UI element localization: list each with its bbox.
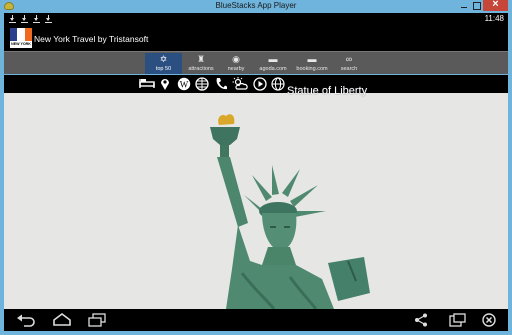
tab-search[interactable]: ∞ search	[335, 53, 363, 74]
home-icon[interactable]	[52, 313, 72, 327]
tab-label: attractions	[188, 66, 214, 72]
maximize-icon[interactable]	[470, 0, 483, 11]
close-icon[interactable]	[483, 0, 508, 11]
tab-agoda[interactable]: ▬ agoda.com	[256, 53, 290, 74]
logo-text: NEW YORK	[11, 42, 31, 46]
nyc-flag-logo[interactable]: NEW YORK	[10, 28, 32, 48]
back-icon[interactable]	[16, 313, 36, 327]
tab-label: booking.com	[296, 66, 328, 72]
wikipedia-icon[interactable]: W	[176, 77, 192, 91]
bed-icon: ▬	[268, 54, 278, 64]
tab-top-50[interactable]: ✡ top 50	[145, 53, 182, 74]
tab-booking[interactable]: ▬ booking.com	[293, 53, 331, 74]
download-icon	[9, 15, 16, 23]
download-icon	[45, 15, 52, 23]
window-bottom-frame	[0, 331, 512, 335]
statue-of-liberty-image	[4, 93, 508, 309]
phone-icon[interactable]	[214, 77, 228, 91]
download-icon	[21, 15, 28, 23]
status-clock: 11:48	[484, 14, 504, 23]
nearby-signal-icon: ◉	[232, 54, 240, 64]
web-icon[interactable]	[270, 77, 286, 91]
tab-label: search	[340, 66, 358, 72]
svg-text:W: W	[180, 80, 189, 90]
share-icon[interactable]	[414, 313, 430, 327]
tab-attractions[interactable]: ♜ attractions	[183, 53, 219, 74]
window-title-bar: BlueStacks App Player	[0, 0, 512, 13]
recent-apps-icon[interactable]	[88, 313, 106, 327]
exit-icon[interactable]	[482, 313, 498, 327]
app-header: NEW YORK New York Travel by Tristansoft	[4, 26, 508, 51]
place-title: Statue of Liberty	[287, 85, 368, 97]
window-title: BlueStacks App Player	[215, 1, 297, 10]
tab-nearby[interactable]: ◉ nearby	[220, 53, 252, 74]
action-bar: W	[4, 75, 508, 93]
android-nav-bar	[4, 309, 508, 331]
weather-icon[interactable]	[232, 77, 248, 91]
screen-rotate-icon[interactable]	[449, 313, 467, 327]
minimize-icon[interactable]	[457, 0, 470, 11]
binoculars-icon: ∞	[345, 54, 353, 64]
tab-label: nearby	[227, 66, 245, 72]
play-icon[interactable]	[252, 77, 268, 91]
tab-label: agoda.com	[259, 66, 287, 72]
tab-bar: ✡ top 50 ♜ attractions ◉ nearby ▬ agoda.…	[4, 51, 508, 74]
place-photo	[4, 93, 508, 309]
hotel-bed-icon[interactable]	[138, 77, 156, 91]
star-icon: ✡	[159, 54, 168, 64]
attractions-icon: ♜	[196, 54, 206, 64]
tab-label: top 50	[155, 66, 172, 72]
app-title: New York Travel by Tristansoft	[34, 34, 149, 44]
map-pin-icon[interactable]	[158, 77, 172, 91]
android-status-bar: 11:48	[4, 13, 508, 26]
globe-grid-icon[interactable]	[194, 77, 210, 91]
bed-icon: ▬	[307, 54, 317, 64]
download-icon	[33, 15, 40, 23]
